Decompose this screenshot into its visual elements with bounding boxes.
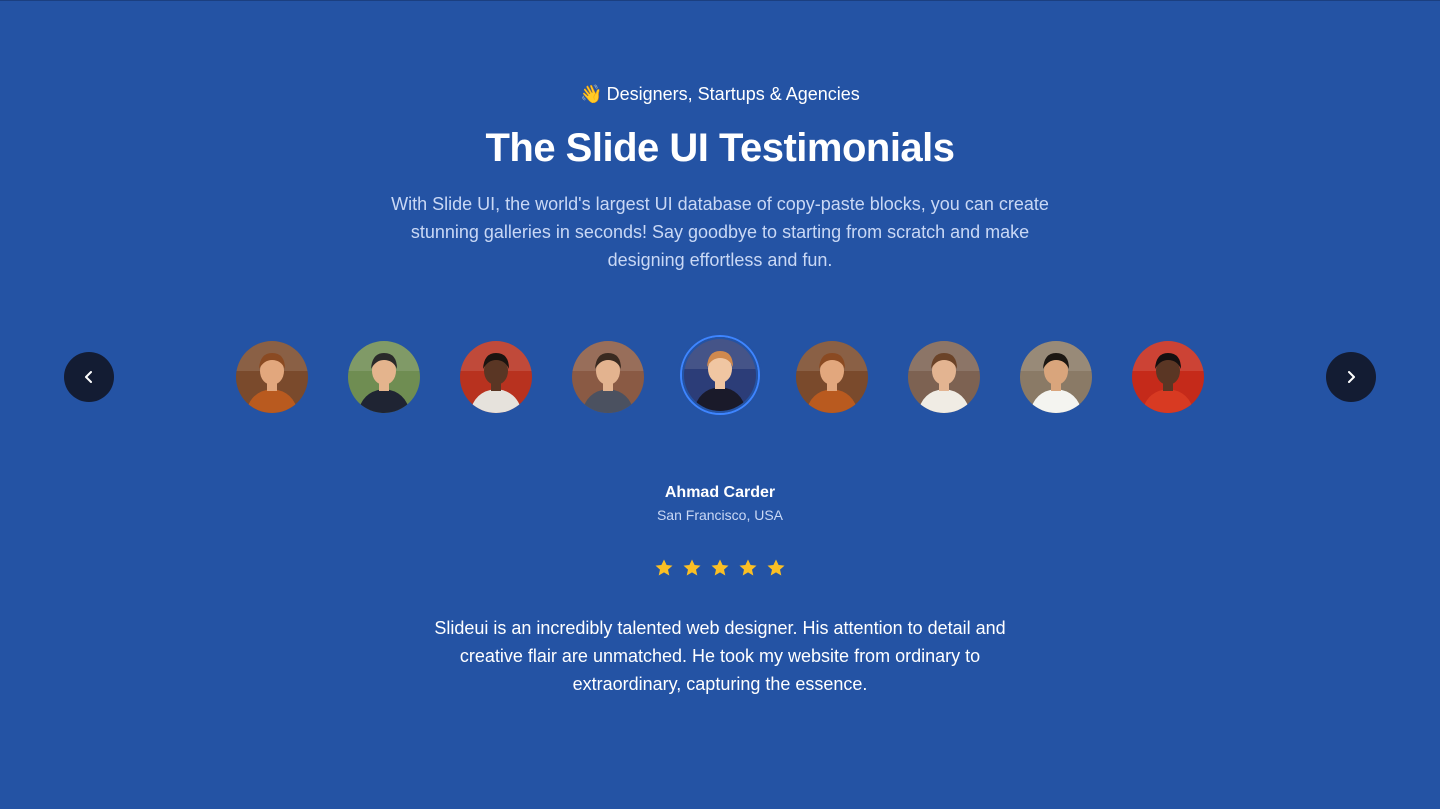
page-title: The Slide UI Testimonials — [485, 126, 955, 170]
next-button[interactable] — [1326, 352, 1376, 402]
avatar-thumbnail[interactable] — [348, 341, 420, 413]
avatar-photo-icon — [460, 341, 532, 413]
tagline: 👋 Designers, Startups & Agencies — [0, 84, 1440, 105]
avatar-photo-icon — [348, 341, 420, 413]
chevron-right-icon — [1348, 371, 1355, 383]
avatar-photo-icon — [572, 341, 644, 413]
star-rating — [0, 558, 1440, 578]
avatar-thumbnail[interactable] — [236, 341, 308, 413]
avatar-photo-icon — [1020, 341, 1092, 413]
testimonial-location: San Francisco, USA — [656, 507, 784, 523]
avatar-photo-icon — [236, 341, 308, 413]
star-icon — [683, 559, 701, 576]
avatar-thumbnail[interactable] — [1020, 341, 1092, 413]
star-icon — [739, 559, 757, 576]
avatar-photo-icon — [1132, 341, 1204, 413]
avatar-thumbnail[interactable] — [572, 341, 644, 413]
avatar-thumbnail[interactable] — [682, 337, 758, 413]
tagline-text: Designers, Startups & Agencies — [606, 84, 860, 104]
star-icon — [711, 559, 729, 576]
waving-hand-icon: 👋 — [580, 84, 603, 104]
avatar-thumbnail[interactable] — [796, 341, 868, 413]
testimonial-quote: Slideui is an incredibly talented web de… — [434, 618, 1006, 694]
avatar-carousel — [0, 337, 1440, 416]
testimonial-name: Ahmad Carder — [664, 484, 776, 501]
avatar-thumbnail[interactable] — [908, 341, 980, 413]
star-icon — [655, 559, 673, 576]
avatar-thumbnail[interactable] — [1132, 341, 1204, 413]
star-icon — [767, 559, 785, 576]
avatar-photo-icon — [908, 341, 980, 413]
avatar-photo-icon — [684, 339, 756, 411]
avatar-photo-icon — [796, 341, 868, 413]
top-border — [0, 0, 1440, 1]
avatar-thumbnail[interactable] — [460, 341, 532, 413]
intro-text: With Slide UI, the world's largest UI da… — [391, 194, 1049, 270]
